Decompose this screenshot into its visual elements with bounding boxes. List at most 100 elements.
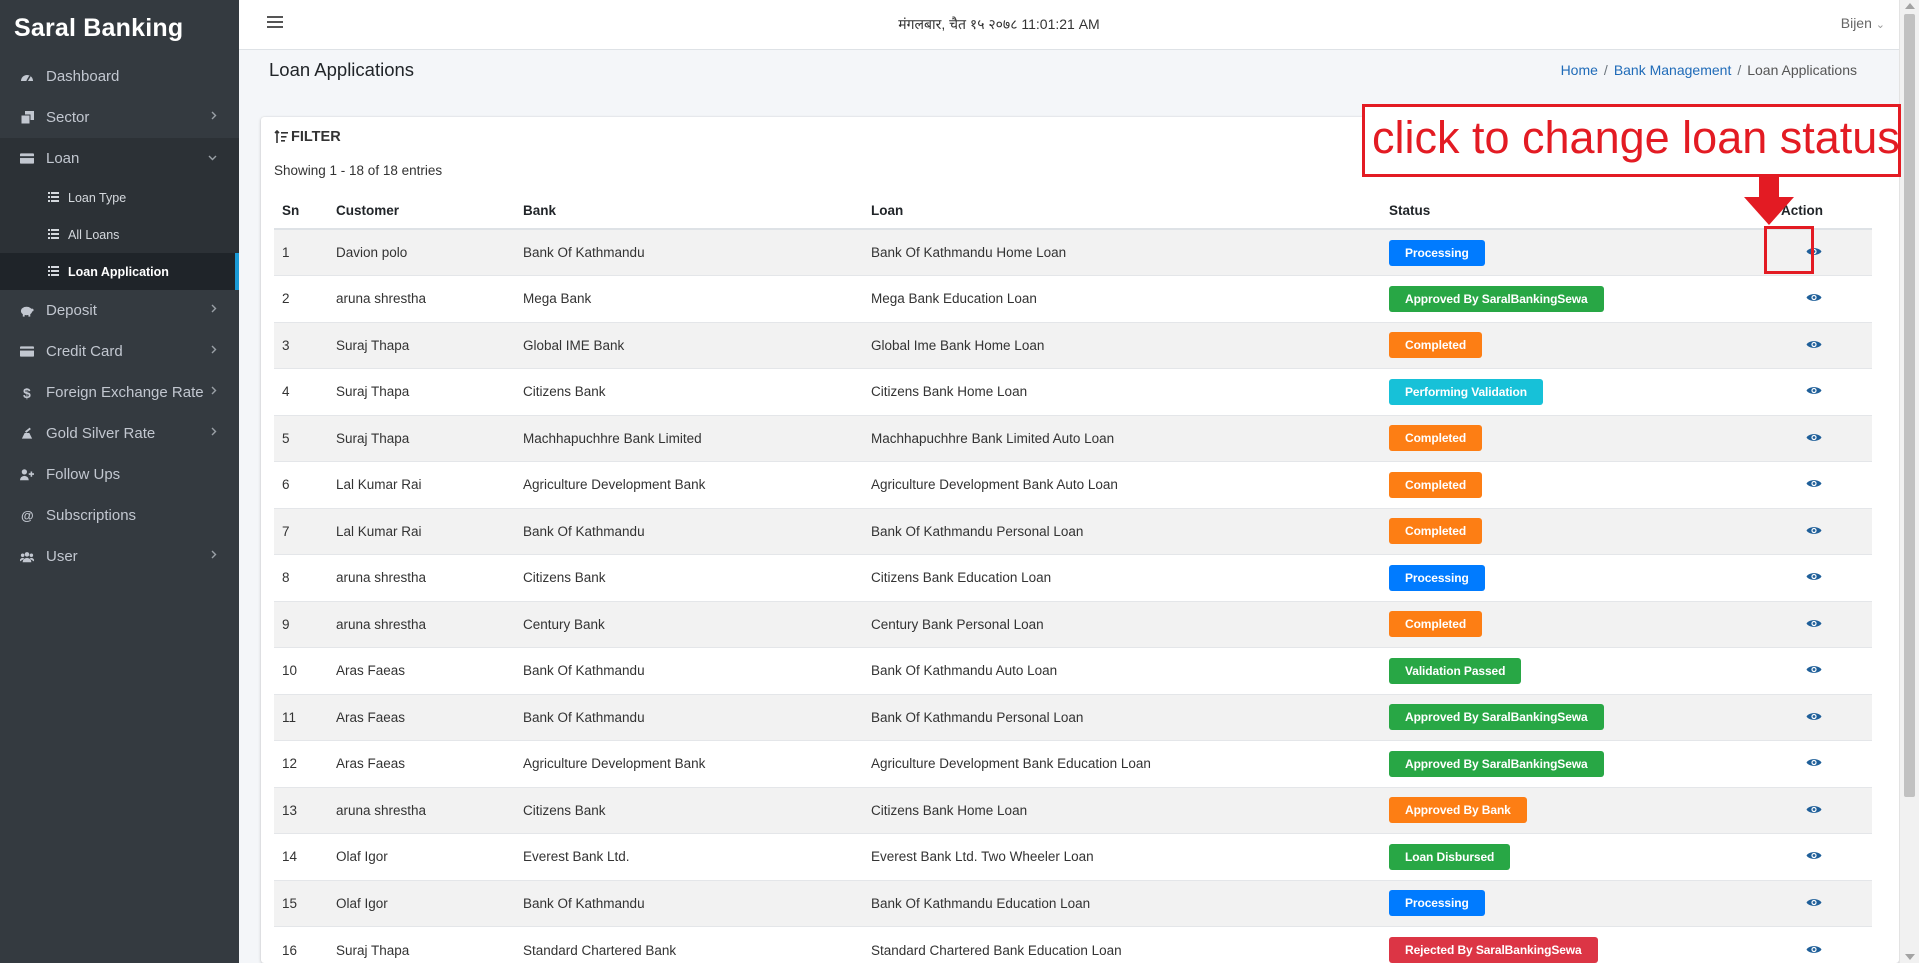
svg-text:$: $ <box>23 386 31 400</box>
scroll-up-icon[interactable] <box>1905 3 1915 9</box>
cell-status: Validation Passed <box>1381 647 1773 694</box>
sidebar-subitem-label: All Loans <box>68 227 120 242</box>
status-badge: Completed <box>1389 332 1483 359</box>
credit-card-icon <box>20 345 34 359</box>
cell-status: Completed <box>1381 461 1773 508</box>
user-menu[interactable]: Bijen ⌄ <box>1841 15 1885 31</box>
view-eye-icon[interactable] <box>1806 943 1826 957</box>
cell-action <box>1773 507 1872 555</box>
header-bank[interactable]: Bank <box>515 193 863 230</box>
sidebar-subitem-loan-application[interactable]: Loan Application <box>0 253 239 290</box>
breadcrumb-bank-management[interactable]: Bank Management <box>1614 62 1732 78</box>
filter-label: FILTER <box>291 129 341 145</box>
view-eye-icon[interactable] <box>1806 849 1826 863</box>
sidebar-item-user[interactable]: User <box>0 536 239 577</box>
table-row: 8 aruna shrestha Citizens Bank Citizens Ban… <box>274 554 1872 601</box>
page-title: Loan Applications <box>269 59 415 80</box>
sidebar-item-credit-card[interactable]: Credit Card <box>0 331 239 372</box>
sidebar-item-subscriptions[interactable]: @ Subscriptions <box>0 495 239 536</box>
chevron-right-icon <box>211 384 217 398</box>
cell-sn: 9 <box>274 600 328 648</box>
header-status[interactable]: Status <box>1381 193 1773 230</box>
view-eye-icon[interactable] <box>1806 803 1826 817</box>
cell-sn: 12 <box>274 740 328 787</box>
sidebar-subitem-label: Loan Application <box>68 264 169 279</box>
scrollbar-thumb[interactable] <box>1904 14 1915 797</box>
view-eye-icon[interactable] <box>1806 663 1826 677</box>
sidebar: Saral Banking Dashboard Sector Loan Loan Ty… <box>0 0 239 963</box>
cell-status: Processing <box>1381 879 1773 927</box>
header-sn[interactable]: Sn <box>274 193 328 230</box>
cell-customer: Aras Faeas <box>328 693 515 741</box>
table-row: 3 Suraj Thapa Global IME Bank Global Ime Ba… <box>274 321 1872 369</box>
cell-loan: Standard Chartered Bank Education Loan <box>863 926 1381 963</box>
view-eye-icon[interactable] <box>1806 570 1826 584</box>
table-row: 13 aruna shrestha Citizens Bank Citizens Ba… <box>274 786 1872 834</box>
cell-action <box>1773 554 1872 601</box>
header-customer[interactable]: Customer <box>328 193 515 230</box>
cell-bank: Mega Bank <box>515 275 863 322</box>
cell-loan: Global Ime Bank Home Loan <box>863 321 1381 369</box>
view-eye-icon[interactable] <box>1806 617 1826 631</box>
nepali-datetime: मंगलबार, चैत १५ २०७८ 11:01:21 AM <box>898 16 1100 32</box>
cell-bank: Bank Of Kathmandu <box>515 693 863 741</box>
view-eye-icon[interactable] <box>1806 710 1826 724</box>
sidebar-item-sector[interactable]: Sector <box>0 97 239 138</box>
sidebar-item-loan[interactable]: Loan <box>0 138 239 179</box>
table-header-row: Sn Customer Bank Loan Status Action <box>274 193 1872 230</box>
header-loan[interactable]: Loan <box>863 193 1381 230</box>
sidebar-item-gold-silver-rate[interactable]: Gold Silver Rate <box>0 413 239 454</box>
cell-customer: Suraj Thapa <box>328 368 515 415</box>
view-eye-icon[interactable] <box>1806 477 1826 491</box>
filter-button[interactable]: FILTER <box>274 129 341 145</box>
user-name: Bijen <box>1840 15 1872 31</box>
chevron-right-icon <box>211 425 217 439</box>
page-scrollbar[interactable] <box>1899 0 1919 963</box>
table-row: 1 Davion polo Bank Of Kathmandu Bank Of Kat… <box>274 228 1872 276</box>
view-eye-icon[interactable] <box>1806 384 1826 398</box>
copy-icon <box>20 111 34 125</box>
brand-title[interactable]: Saral Banking <box>0 0 239 56</box>
user-plus-icon <box>20 468 34 482</box>
view-eye-icon[interactable] <box>1806 896 1826 910</box>
view-eye-icon[interactable] <box>1806 338 1826 352</box>
cell-customer: Suraj Thapa <box>328 321 515 369</box>
entries-count: Showing 1 - 18 of 18 entries <box>274 163 443 178</box>
status-badge: Processing <box>1389 890 1485 917</box>
cell-customer: Aras Faeas <box>328 647 515 694</box>
cell-sn: 1 <box>274 228 328 276</box>
list-icon <box>48 265 59 279</box>
table-row: 10 Aras Faeas Bank Of Kathmandu Bank Of Kat… <box>274 647 1872 694</box>
view-eye-icon[interactable] <box>1806 524 1826 538</box>
scroll-down-icon[interactable] <box>1905 954 1915 960</box>
sidebar-item-follow-ups[interactable]: Follow Ups <box>0 454 239 495</box>
loan-applications-table: Sn Customer Bank Loan Status Action 1 Dav… <box>274 193 1872 963</box>
sidebar-subitem-all-loans[interactable]: All Loans <box>0 216 239 253</box>
sidebar-item-label: Follow Ups <box>46 466 121 483</box>
view-eye-icon[interactable] <box>1806 291 1826 305</box>
status-badge: Completed <box>1389 611 1483 638</box>
breadcrumb-home[interactable]: Home <box>1561 62 1598 78</box>
view-eye-icon[interactable] <box>1806 431 1826 445</box>
sidebar-subitem-loan-type[interactable]: Loan Type <box>0 179 239 216</box>
cell-sn: 4 <box>274 368 328 415</box>
breadcrumb-separator: / <box>1603 62 1608 78</box>
sidebar-item-dashboard[interactable]: Dashboard <box>0 56 239 97</box>
cell-customer: aruna shrestha <box>328 786 515 834</box>
cell-loan: Bank Of Kathmandu Education Loan <box>863 879 1381 927</box>
cell-action <box>1773 833 1872 880</box>
table-row: 7 Lal Kumar Rai Bank Of Kathmandu Bank Of K… <box>274 507 1872 555</box>
cell-customer: Olaf Igor <box>328 833 515 880</box>
cell-action <box>1773 879 1872 927</box>
sidebar-item-deposit[interactable]: Deposit <box>0 290 239 331</box>
sidebar-item-label: Sector <box>46 109 90 126</box>
cell-action <box>1773 414 1872 462</box>
view-eye-icon[interactable] <box>1806 756 1826 770</box>
at-icon: @ <box>20 509 34 523</box>
cell-sn: 6 <box>274 461 328 508</box>
cell-loan: Bank Of Kathmandu Personal Loan <box>863 507 1381 555</box>
sidebar-item-foreign-exchange-rate[interactable]: $ Foreign Exchange Rate <box>0 372 239 413</box>
cell-action <box>1773 321 1872 369</box>
cell-status: Approved By Bank <box>1381 786 1773 834</box>
sidebar-item-label: Loan <box>46 150 80 167</box>
